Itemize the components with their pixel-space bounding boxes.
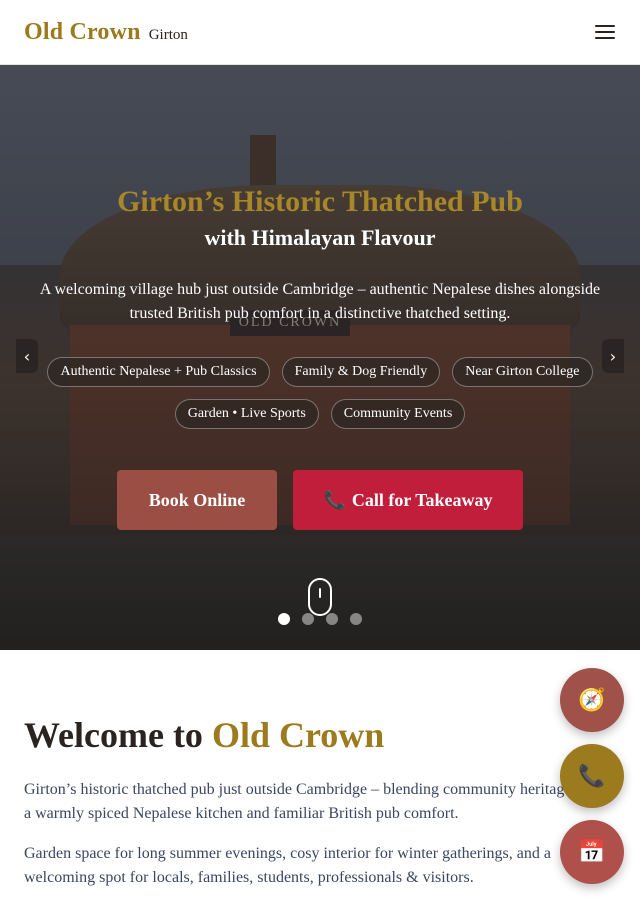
call-for-takeaway-label: Call for Takeaway bbox=[351, 489, 493, 510]
calendar-icon[interactable]: 📅 bbox=[560, 820, 624, 884]
welcome-title: Welcome to Old Crown bbox=[24, 714, 384, 756]
feature-chip: Family & Dog Friendly bbox=[281, 357, 441, 387]
hero-cta-row: Book Online 📞 Call for Takeaway bbox=[0, 470, 640, 530]
carousel-dot[interactable] bbox=[278, 613, 290, 625]
carousel-prev-arrow-icon[interactable]: ‹ bbox=[16, 339, 38, 373]
directions-compass-icon[interactable]: 🧭 bbox=[560, 668, 624, 732]
welcome-title-accent: Old Crown bbox=[211, 715, 385, 755]
hero-content: Girton’s Historic Thatched Pub with Hima… bbox=[0, 65, 640, 650]
feature-chip: Community Events bbox=[330, 399, 466, 429]
brand-logo[interactable]: Old Crown Girton bbox=[24, 19, 188, 46]
welcome-paragraph: Garden space for long summer evenings, c… bbox=[24, 845, 551, 886]
feature-chips: Authentic Nepalese + Pub Classics Family… bbox=[40, 357, 600, 429]
carousel-dots bbox=[0, 613, 640, 625]
welcome-section: Welcome to Old Crown Girton’s historic t… bbox=[0, 650, 640, 900]
welcome-title-prefix: Welcome to bbox=[24, 715, 203, 755]
hero-description: A welcoming village hub just outside Cam… bbox=[39, 281, 601, 322]
scroll-down-mouse-icon[interactable] bbox=[308, 578, 332, 616]
carousel-dot[interactable] bbox=[302, 613, 314, 625]
hamburger-menu-icon[interactable] bbox=[594, 23, 616, 41]
welcome-paragraph: Girton’s historic thatched pub just outs… bbox=[24, 781, 604, 822]
brand-name: Old Crown bbox=[24, 18, 141, 45]
book-online-button[interactable]: Book Online bbox=[117, 470, 277, 530]
carousel-next-arrow-icon[interactable]: › bbox=[602, 339, 624, 373]
feature-chip: Authentic Nepalese + Pub Classics bbox=[47, 357, 270, 387]
brand-location: Girton bbox=[148, 26, 188, 43]
feature-chip: Near Girton College bbox=[452, 357, 593, 387]
hero-title: Girton’s Historic Thatched Pub bbox=[117, 185, 523, 218]
feature-chip: Garden • Live Sports bbox=[174, 399, 319, 429]
site-header: Old Crown Girton bbox=[0, 0, 640, 65]
phone-icon[interactable]: 📞 bbox=[560, 744, 624, 808]
call-for-takeaway-button[interactable]: 📞 Call for Takeaway bbox=[293, 470, 523, 530]
hero-subtitle: with Himalayan Flavour bbox=[204, 225, 436, 250]
phone-icon: 📞 bbox=[323, 489, 346, 510]
hero-carousel: OLD CROWN Girton’s Historic Thatched Pub… bbox=[0, 65, 640, 650]
carousel-dot[interactable] bbox=[350, 613, 362, 625]
carousel-dot[interactable] bbox=[326, 613, 338, 625]
